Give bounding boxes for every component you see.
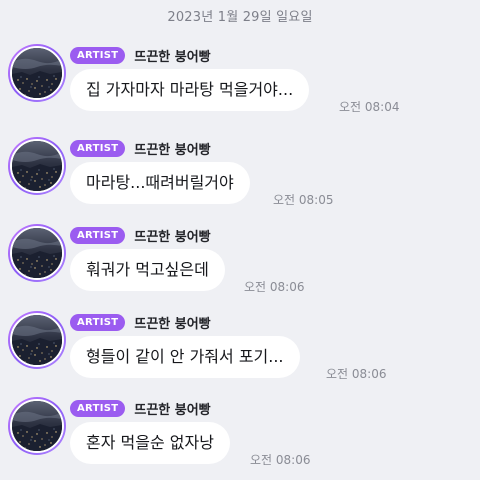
message-bubble[interactable]: 혼자 먹을순 없자낭 xyxy=(70,422,230,464)
avatar[interactable] xyxy=(8,44,66,102)
avatar[interactable] xyxy=(8,397,66,455)
message-time: 오전 08:06 xyxy=(244,280,305,294)
message-bubble[interactable]: 형들이 같이 안 가줘서 포기... xyxy=(70,336,300,378)
sender-name: 뜨끈한 붕어빵 xyxy=(134,49,211,65)
artist-badge: ARTIST xyxy=(70,46,126,64)
chat-screen[interactable]: 2023년 1월 29일 일요일 ARTIST 뜨끈한 붕어빵 집 가자마자 마… xyxy=(0,0,480,480)
avatar[interactable] xyxy=(8,311,66,369)
sender-row: ARTIST 뜨끈한 붕어빵 xyxy=(70,46,211,65)
message-time: 오전 08:06 xyxy=(250,453,311,467)
message-time: 오전 08:06 xyxy=(326,367,387,381)
message-item: ARTIST 뜨끈한 붕어빵 혼자 먹을순 없자낭 오전 08:06 xyxy=(0,397,480,480)
date-header: 2023년 1월 29일 일요일 xyxy=(167,10,313,25)
artist-badge: ARTIST xyxy=(70,313,126,331)
message-item: ARTIST 뜨끈한 붕어빵 집 가자마자 마라탕 먹을거야... 오전 08:… xyxy=(0,44,480,130)
sender-name: 뜨끈한 붕어빵 xyxy=(134,316,211,332)
sender-row: ARTIST 뜨끈한 붕어빵 xyxy=(70,226,211,245)
avatar[interactable] xyxy=(8,224,66,282)
sender-name: 뜨끈한 붕어빵 xyxy=(134,229,211,245)
message-item: ARTIST 뜨끈한 붕어빵 형들이 같이 안 가줘서 포기... 오전 08:… xyxy=(0,311,480,397)
artist-badge: ARTIST xyxy=(70,226,126,244)
message-time: 오전 08:05 xyxy=(273,193,334,207)
sender-name: 뜨끈한 붕어빵 xyxy=(134,402,211,418)
message-item: ARTIST 뜨끈한 붕어빵 마라탕...때려버릴거야 오전 08:05 xyxy=(0,137,480,223)
message-item: ARTIST 뜨끈한 붕어빵 훠궈가 먹고싶은데 오전 08:06 xyxy=(0,224,480,310)
artist-badge: ARTIST xyxy=(70,399,126,417)
message-bubble[interactable]: 마라탕...때려버릴거야 xyxy=(70,162,250,204)
message-bubble[interactable]: 집 가자마자 마라탕 먹을거야... xyxy=(70,69,310,111)
message-time: 오전 08:04 xyxy=(339,100,400,114)
sender-row: ARTIST 뜨끈한 붕어빵 xyxy=(70,313,211,332)
message-bubble[interactable]: 훠궈가 먹고싶은데 xyxy=(70,249,225,291)
sender-row: ARTIST 뜨끈한 붕어빵 xyxy=(70,399,211,418)
sender-name: 뜨끈한 붕어빵 xyxy=(134,142,211,158)
artist-badge: ARTIST xyxy=(70,139,126,157)
avatar[interactable] xyxy=(8,137,66,195)
sender-row: ARTIST 뜨끈한 붕어빵 xyxy=(70,139,211,158)
